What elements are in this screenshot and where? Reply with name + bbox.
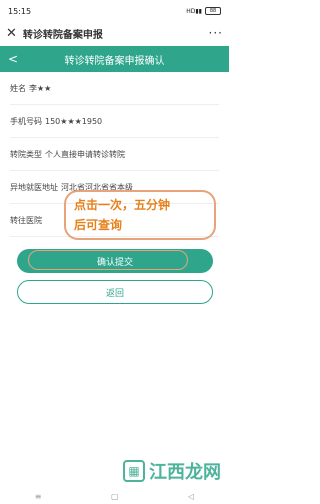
address-label: 异地就医地址 bbox=[10, 182, 58, 192]
hospital-label: 转往医院 bbox=[10, 215, 42, 225]
transfer-type-label: 转院类型 bbox=[10, 149, 42, 159]
name-value: 李★★ bbox=[29, 83, 52, 93]
home-icon[interactable]: ▢ bbox=[111, 492, 119, 501]
menu-icon[interactable]: ≡ bbox=[35, 492, 42, 501]
app-title: 转诊转院备案申报 bbox=[22, 29, 103, 41]
back-icon[interactable]: ◁ bbox=[188, 492, 194, 501]
status-bar: 15:15 HD▮▮ 88 bbox=[0, 0, 229, 22]
form-row-transfer-type: 转院类型 个人直接申请转诊转院 bbox=[10, 138, 219, 171]
status-indicators: HD▮▮ 88 bbox=[186, 7, 221, 15]
page-header: < 转诊转院备案申报确认 bbox=[0, 46, 229, 72]
annotation-line-2: 后可查询 bbox=[74, 218, 123, 232]
name-label: 姓名 bbox=[10, 83, 26, 93]
annotation-callout: 点击一次，五分钟 后可查询 bbox=[64, 190, 216, 240]
app-header: ✕ 转诊转院备案申报 ··· bbox=[0, 22, 229, 44]
system-nav-bar: ≡ ▢ ◁ bbox=[0, 488, 229, 504]
battery-icon: 88 bbox=[205, 7, 221, 15]
watermark-text: 江西龙网 bbox=[149, 462, 221, 483]
watermark: ▦ 江西龙网 bbox=[123, 458, 221, 484]
more-icon[interactable]: ··· bbox=[209, 26, 223, 40]
form-row-phone: 手机号码 150★★★1950 bbox=[10, 105, 219, 138]
phone-value: 150★★★1950 bbox=[45, 116, 103, 126]
annotation-highlight bbox=[28, 250, 188, 270]
status-time: 15:15 bbox=[8, 6, 32, 16]
form-row-name: 姓名 李★★ bbox=[10, 72, 219, 105]
page-title: 转诊转院备案申报确认 bbox=[64, 55, 165, 67]
annotation-line-1: 点击一次，五分钟 bbox=[74, 198, 171, 212]
signal-icon: HD▮▮ bbox=[186, 7, 202, 15]
back-button[interactable]: 返回 bbox=[17, 280, 213, 304]
watermark-logo-icon: ▦ bbox=[123, 460, 145, 482]
back-arrow-icon[interactable]: < bbox=[8, 52, 18, 66]
phone-label: 手机号码 bbox=[10, 116, 42, 126]
transfer-type-value: 个人直接申请转诊转院 bbox=[45, 149, 125, 159]
close-icon[interactable]: ✕ bbox=[6, 26, 17, 41]
